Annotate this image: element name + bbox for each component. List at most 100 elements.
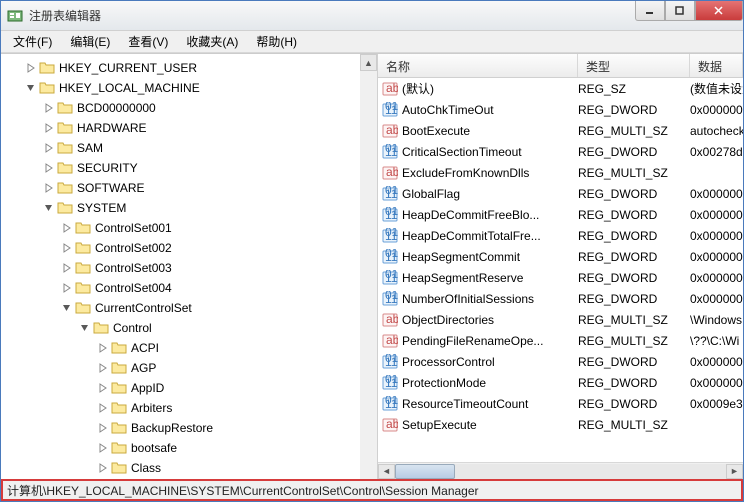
value-row[interactable]: ab(默认)REG_SZ(数值未设置: [378, 78, 743, 99]
scroll-right-icon[interactable]: ►: [726, 464, 743, 479]
tree-bootsafe[interactable]: bootsafe: [1, 438, 377, 458]
value-data: 0x000000: [690, 250, 743, 264]
menu-view[interactable]: 查看(V): [120, 31, 176, 52]
tree-class[interactable]: Class: [1, 458, 377, 478]
tree-hklm[interactable]: HKEY_LOCAL_MACHINE: [1, 78, 377, 98]
tree-system[interactable]: SYSTEM: [1, 198, 377, 218]
maximize-button[interactable]: [665, 1, 695, 21]
value-row[interactable]: abPendingFileRenameOpe...REG_MULTI_SZ\??…: [378, 330, 743, 351]
binary-value-icon: 011110: [382, 249, 398, 265]
binary-value-icon: 011110: [382, 291, 398, 307]
value-row[interactable]: 011110HeapSegmentReserveREG_DWORD0x00000…: [378, 267, 743, 288]
value-type: REG_SZ: [578, 82, 690, 96]
value-row[interactable]: 011110HeapSegmentCommitREG_DWORD0x000000: [378, 246, 743, 267]
tree-control[interactable]: Control: [1, 318, 377, 338]
value-row[interactable]: 011110ResourceTimeoutCountREG_DWORD0x000…: [378, 393, 743, 414]
tree-acpi[interactable]: ACPI: [1, 338, 377, 358]
titlebar[interactable]: 注册表编辑器: [1, 1, 743, 31]
expander-icon[interactable]: [43, 202, 55, 214]
menu-favorites[interactable]: 收藏夹(A): [178, 31, 246, 52]
expander-icon[interactable]: [97, 402, 109, 414]
expander-icon[interactable]: [25, 82, 37, 94]
content-area: HKEY_CURRENT_USER HKEY_LOCAL_MACHINEBCD00…: [1, 53, 743, 479]
close-button[interactable]: [695, 1, 743, 21]
folder-icon: [57, 180, 73, 196]
column-name[interactable]: 名称: [378, 54, 578, 77]
tree-label: HKEY_CURRENT_USER: [59, 61, 197, 75]
tree-security[interactable]: SECURITY: [1, 158, 377, 178]
expander-icon[interactable]: [61, 302, 73, 314]
value-row[interactable]: 011110AutoChkTimeOutREG_DWORD0x000000: [378, 99, 743, 120]
value-data: 0x0009e34: [690, 397, 743, 411]
value-type: REG_DWORD: [578, 229, 690, 243]
tree-appid[interactable]: AppID: [1, 378, 377, 398]
tree-arbiters[interactable]: Arbiters: [1, 398, 377, 418]
value-row[interactable]: 011110HeapDeCommitTotalFre...REG_DWORD0x…: [378, 225, 743, 246]
expander-icon[interactable]: [43, 122, 55, 134]
expander-icon[interactable]: [97, 442, 109, 454]
tree-cs002[interactable]: ControlSet002: [1, 238, 377, 258]
scroll-up-icon[interactable]: ▲: [360, 54, 377, 71]
expander-icon[interactable]: [61, 242, 73, 254]
tree-sam[interactable]: SAM: [1, 138, 377, 158]
tree-backuprestore[interactable]: BackupRestore: [1, 418, 377, 438]
list-hscroll[interactable]: ◄ ►: [378, 462, 743, 479]
expander-icon[interactable]: [97, 382, 109, 394]
tree-label: ControlSet003: [95, 261, 172, 275]
value-row[interactable]: 011110CriticalSectionTimeoutREG_DWORD0x0…: [378, 141, 743, 162]
column-type[interactable]: 类型: [578, 54, 690, 77]
expander-icon[interactable]: [61, 222, 73, 234]
tree-label: AppID: [131, 381, 164, 395]
tree-cs004[interactable]: ControlSet004: [1, 278, 377, 298]
scroll-left-icon[interactable]: ◄: [378, 464, 395, 479]
value-row[interactable]: 011110ProcessorControlREG_DWORD0x000000: [378, 351, 743, 372]
expander-icon[interactable]: [43, 102, 55, 114]
tree-cs001[interactable]: ControlSet001: [1, 218, 377, 238]
tree-ccs[interactable]: CurrentControlSet: [1, 298, 377, 318]
menu-help[interactable]: 帮助(H): [248, 31, 305, 52]
value-row[interactable]: 011110GlobalFlagREG_DWORD0x000000: [378, 183, 743, 204]
value-row[interactable]: 011110ProtectionModeREG_DWORD0x000000: [378, 372, 743, 393]
value-type: REG_DWORD: [578, 376, 690, 390]
column-data[interactable]: 数据: [690, 54, 743, 77]
expander-icon[interactable]: [97, 422, 109, 434]
folder-icon: [111, 340, 127, 356]
expander-icon[interactable]: [97, 342, 109, 354]
value-name: CriticalSectionTimeout: [402, 145, 522, 159]
tree-cs003[interactable]: ControlSet003: [1, 258, 377, 278]
expander-icon[interactable]: [43, 182, 55, 194]
tree-agp[interactable]: AGP: [1, 358, 377, 378]
expander-icon[interactable]: [97, 362, 109, 374]
menu-edit[interactable]: 编辑(E): [62, 31, 118, 52]
tree-hardware[interactable]: HARDWARE: [1, 118, 377, 138]
hscroll-thumb[interactable]: [395, 464, 455, 479]
list-body[interactable]: ab(默认)REG_SZ(数值未设置011110AutoChkTimeOutRE…: [378, 78, 743, 462]
folder-icon: [57, 160, 73, 176]
value-row[interactable]: abBootExecuteREG_MULTI_SZautocheck: [378, 120, 743, 141]
tree-hkcu[interactable]: HKEY_CURRENT_USER: [1, 58, 377, 78]
tree-bcd[interactable]: BCD00000000: [1, 98, 377, 118]
value-row[interactable]: 011110HeapDeCommitFreeBlo...REG_DWORD0x0…: [378, 204, 743, 225]
tree-software[interactable]: SOFTWARE: [1, 178, 377, 198]
value-row[interactable]: abObjectDirectoriesREG_MULTI_SZ\Windows: [378, 309, 743, 330]
value-name: ResourceTimeoutCount: [402, 397, 528, 411]
tree-label: AGP: [131, 361, 156, 375]
expander-icon[interactable]: [61, 262, 73, 274]
string-value-icon: ab: [382, 333, 398, 349]
tree-pane[interactable]: HKEY_CURRENT_USER HKEY_LOCAL_MACHINEBCD00…: [1, 54, 378, 479]
expander-icon[interactable]: [79, 322, 91, 334]
expander-icon[interactable]: [43, 142, 55, 154]
value-row[interactable]: 011110NumberOfInitialSessionsREG_DWORD0x…: [378, 288, 743, 309]
expander-icon[interactable]: [25, 62, 37, 74]
expander-icon[interactable]: [97, 462, 109, 474]
value-row[interactable]: abExcludeFromKnownDllsREG_MULTI_SZ: [378, 162, 743, 183]
svg-text:110: 110: [385, 103, 398, 117]
minimize-button[interactable]: [635, 1, 665, 21]
expander-icon[interactable]: [43, 162, 55, 174]
svg-text:110: 110: [385, 292, 398, 306]
tree-scrollbar[interactable]: ▲: [360, 54, 377, 479]
expander-icon[interactable]: [61, 282, 73, 294]
svg-text:ab: ab: [386, 123, 398, 137]
menu-file[interactable]: 文件(F): [5, 31, 60, 52]
value-row[interactable]: abSetupExecuteREG_MULTI_SZ: [378, 414, 743, 435]
